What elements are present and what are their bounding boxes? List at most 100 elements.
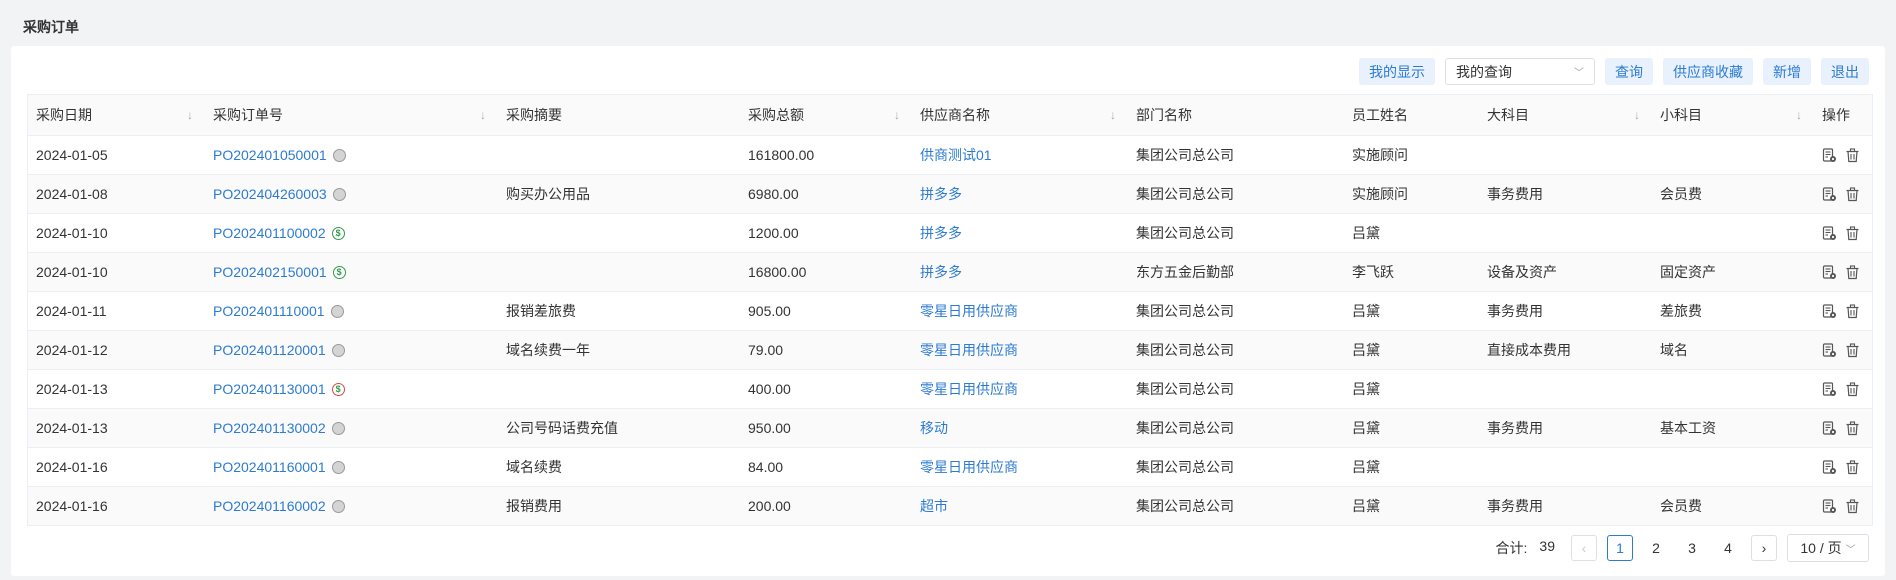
cell-actions	[1814, 292, 1872, 330]
table-row[interactable]: 2024-01-12 PO202401120001 域名续费一年 79.00 零星日用供…	[28, 330, 1872, 369]
header-label: 采购订单号	[213, 107, 283, 123]
table-row[interactable]: 2024-01-16 PO202401160002 报销费用 200.00 超市 集团公司…	[28, 486, 1872, 525]
cell-employee: 吕黛	[1352, 225, 1380, 241]
cell-amount: 905.00	[748, 303, 791, 319]
cell-actions	[1814, 214, 1872, 252]
page-2[interactable]: 2	[1643, 535, 1669, 561]
table-row[interactable]: 2024-01-11 PO202401110001 报销差旅费 905.00 零星日用供…	[28, 291, 1872, 330]
supplier-link[interactable]: 超市	[920, 496, 948, 516]
table-header-row: 采购日期 ↓ 采购订单号 ↓ 采购摘要 采购总额 ↓ 供应商名称 ↓ 部门名称 员工姓名…	[28, 95, 1872, 135]
table-row[interactable]: 2024-01-16 PO202401160001 域名续费 84.00 零星日用供应商…	[28, 447, 1872, 486]
document-edit-icon[interactable]	[1822, 147, 1837, 163]
trash-icon[interactable]	[1845, 498, 1860, 514]
page-size-select[interactable]: 10 / 页 ﹀	[1787, 534, 1869, 562]
document-edit-icon[interactable]	[1822, 342, 1837, 358]
order-no-link[interactable]: PO202401160002	[213, 498, 326, 514]
cell-date: 2024-01-13	[36, 381, 108, 397]
sort-down-arrow-icon[interactable]: ↓	[894, 108, 900, 122]
supplier-link[interactable]: 零星日用供应商	[920, 340, 1018, 360]
table-row[interactable]: 2024-01-10 PO202401100002 $1200.00 拼多多 集团公司总…	[28, 213, 1872, 252]
supplier-favorites-button[interactable]: 供应商收藏	[1663, 58, 1753, 85]
order-no-link[interactable]: PO202404260003	[213, 186, 327, 202]
add-button[interactable]: 新增	[1763, 58, 1811, 85]
trash-icon[interactable]	[1845, 186, 1860, 202]
next-page-button[interactable]: ›	[1751, 535, 1777, 561]
header-major-subject[interactable]: 大科目 ↓	[1479, 95, 1652, 135]
cell-supplier: 零星日用供应商	[912, 292, 1128, 330]
cell-major-subject: 事务费用	[1487, 498, 1543, 514]
order-no-link[interactable]: PO202401130002	[213, 420, 326, 436]
exit-button[interactable]: 退出	[1821, 58, 1869, 85]
cell-employee: 吕黛	[1352, 498, 1380, 514]
document-edit-icon[interactable]	[1822, 381, 1837, 397]
sort-down-arrow-icon[interactable]: ↓	[480, 108, 486, 122]
trash-icon[interactable]	[1845, 420, 1860, 436]
trash-icon[interactable]	[1845, 342, 1860, 358]
trash-icon[interactable]	[1845, 225, 1860, 241]
supplier-link[interactable]: 供商测试01	[920, 145, 992, 165]
document-edit-icon[interactable]	[1822, 264, 1837, 280]
trash-icon[interactable]	[1845, 264, 1860, 280]
cell-employee: 吕黛	[1352, 342, 1380, 358]
sort-down-arrow-icon[interactable]: ↓	[1110, 108, 1116, 122]
cell-employee: 实施顾问	[1352, 147, 1408, 163]
supplier-link[interactable]: 零星日用供应商	[920, 457, 1018, 477]
trash-icon[interactable]	[1845, 303, 1860, 319]
sort-down-arrow-icon[interactable]: ↓	[187, 108, 193, 122]
header-actions: 操作	[1814, 95, 1872, 135]
cell-minor-subject: 固定资产	[1660, 264, 1716, 280]
prev-page-button[interactable]: ‹	[1571, 535, 1597, 561]
document-edit-icon[interactable]	[1822, 225, 1837, 241]
order-no-link[interactable]: PO202401160001	[213, 459, 326, 475]
page-3[interactable]: 3	[1679, 535, 1705, 561]
header-amount[interactable]: 采购总额 ↓	[740, 95, 912, 135]
document-edit-icon[interactable]	[1822, 498, 1837, 514]
header-supplier[interactable]: 供应商名称 ↓	[912, 95, 1128, 135]
cell-minor-subject: 会员费	[1660, 186, 1702, 202]
cell-summary: 购买办公用品	[506, 186, 590, 202]
sort-down-arrow-icon[interactable]: ↓	[1634, 108, 1640, 122]
query-button[interactable]: 查询	[1605, 58, 1653, 85]
header-order-no[interactable]: 采购订单号 ↓	[205, 95, 498, 135]
order-no-link[interactable]: PO202401050001	[213, 147, 327, 163]
cell-department: 集团公司总公司	[1136, 147, 1234, 163]
order-no-link[interactable]: PO202401100002	[213, 225, 326, 241]
cell-major-subject: 事务费用	[1487, 303, 1543, 319]
order-no-link[interactable]: PO202401110001	[213, 303, 325, 319]
supplier-link[interactable]: 移动	[920, 418, 948, 438]
document-edit-icon[interactable]	[1822, 420, 1837, 436]
supplier-link[interactable]: 拼多多	[920, 223, 962, 243]
table-row[interactable]: 2024-01-13 PO202401130002 公司号码话费充值 950.00 移动…	[28, 408, 1872, 447]
cell-amount: 6980.00	[748, 186, 799, 202]
table-row[interactable]: 2024-01-08 PO202404260003 购买办公用品 6980.00 拼多多…	[28, 174, 1872, 213]
trash-icon[interactable]	[1845, 381, 1860, 397]
supplier-link[interactable]: 拼多多	[920, 262, 962, 282]
my-query-select[interactable]: 我的查询 ﹀	[1445, 58, 1595, 85]
page-4[interactable]: 4	[1715, 535, 1741, 561]
my-display-button[interactable]: 我的显示	[1359, 58, 1435, 85]
table-row[interactable]: 2024-01-05 PO202401050001 161800.00 供商测试01 集…	[28, 135, 1872, 174]
document-edit-icon[interactable]	[1822, 303, 1837, 319]
header-label: 供应商名称	[920, 107, 990, 123]
cell-major-subject: 设备及资产	[1487, 264, 1557, 280]
cell-date: 2024-01-12	[36, 342, 108, 358]
supplier-link[interactable]: 拼多多	[920, 184, 962, 204]
supplier-link[interactable]: 零星日用供应商	[920, 301, 1018, 321]
table-row[interactable]: 2024-01-13 PO202401130001 $400.00 零星日用供应商 集团…	[28, 369, 1872, 408]
sort-down-arrow-icon[interactable]: ↓	[1796, 108, 1802, 122]
document-edit-icon[interactable]	[1822, 186, 1837, 202]
cell-department: 集团公司总公司	[1136, 303, 1234, 319]
header-minor-subject[interactable]: 小科目 ↓	[1652, 95, 1814, 135]
table-row[interactable]: 2024-01-10 PO202402150001 $16800.00 拼多多 东方五金…	[28, 252, 1872, 291]
cell-department: 集团公司总公司	[1136, 342, 1234, 358]
header-date[interactable]: 采购日期 ↓	[28, 95, 205, 135]
order-no-link[interactable]: PO202402150001	[213, 264, 327, 280]
supplier-link[interactable]: 零星日用供应商	[920, 379, 1018, 399]
order-no-link[interactable]: PO202401120001	[213, 342, 326, 358]
trash-icon[interactable]	[1845, 147, 1860, 163]
order-no-link[interactable]: PO202401130001	[213, 381, 326, 397]
page-1[interactable]: 1	[1607, 535, 1633, 561]
trash-icon[interactable]	[1845, 459, 1860, 475]
cell-supplier: 供商测试01	[912, 136, 1128, 174]
document-edit-icon[interactable]	[1822, 459, 1837, 475]
